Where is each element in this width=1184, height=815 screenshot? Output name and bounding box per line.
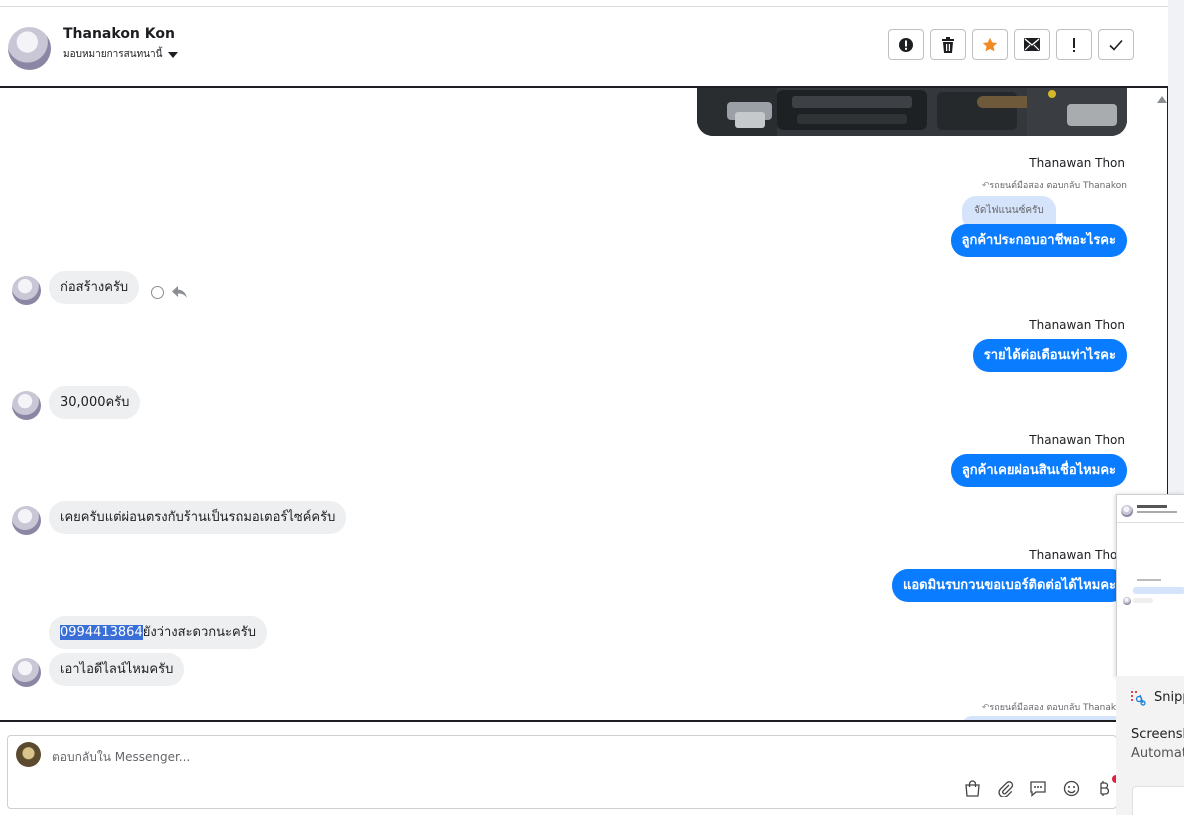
- reply-context-note: ↶รถยนต์มือสอง ตอบกลับ Thanakon: [982, 700, 1127, 714]
- snipping-tool-title: Snipp: [1154, 690, 1184, 705]
- trash-icon: [942, 36, 954, 53]
- snipping-tool-icon: [1131, 691, 1146, 706]
- star-icon: [982, 37, 998, 51]
- mark-done-button[interactable]: [1098, 29, 1134, 60]
- outgoing-message-bubble[interactable]: ลูกค้าเคยผ่อนสินเชื่อไหมคะ: [950, 454, 1127, 487]
- sender-name: Thanawan Thon: [1029, 548, 1125, 562]
- contact-avatar-small: [12, 276, 41, 305]
- check-icon: [1109, 39, 1123, 51]
- exclamation-icon: [1073, 37, 1075, 52]
- react-emoji-icon[interactable]: [151, 286, 164, 299]
- message-thread[interactable]: Thanawan Thon ↶รถยนต์มือสอง ตอบกลับ Than…: [0, 86, 1168, 722]
- conversation-toolbar: [888, 29, 1134, 60]
- attachment-paperclip-icon[interactable]: [995, 778, 1015, 798]
- sender-name: Thanawan Thon: [1029, 433, 1125, 447]
- reply-context-note: ↶รถยนต์มือสอง ตอบกลับ Thanakon: [982, 178, 1127, 192]
- outgoing-message-bubble[interactable]: ลูกค้าประกอบอาชีพอะไรคะ: [950, 224, 1127, 257]
- incoming-message-bubble[interactable]: 30,000ครับ: [49, 386, 141, 419]
- reply-note-text: รถยนต์มือสอง ตอบกลับ Thanakon: [989, 703, 1127, 713]
- incoming-message-bubble[interactable]: 0994413864ยังว่างสะดวกนะครับ: [49, 616, 267, 649]
- sender-name: Thanawan Thon: [1029, 156, 1125, 170]
- preview-incoming-bubble: [1133, 598, 1153, 603]
- saved-replies-icon[interactable]: [1028, 778, 1048, 798]
- snipping-tool-notification[interactable]: Snipp Screensh Automat: [1116, 676, 1184, 815]
- incoming-message-bubble[interactable]: เอาไอดีไลน์ไหมครับ: [49, 653, 185, 686]
- contact-name[interactable]: Thanakon Kon: [63, 26, 175, 42]
- preview-line: [1137, 579, 1161, 581]
- selected-phone-number[interactable]: 0994413864: [60, 625, 143, 640]
- preview-subtitle-line: [1137, 511, 1177, 513]
- chat-preview-popup[interactable]: [1116, 494, 1184, 678]
- sent-photo-attachment[interactable]: [697, 88, 1127, 136]
- outgoing-message-bubble[interactable]: รายได้ต่อเดือนเท่าไรคะ: [972, 339, 1127, 372]
- reply-composer: ตอบกลับใน Messenger...: [7, 735, 1117, 809]
- contact-avatar[interactable]: [8, 27, 51, 70]
- preview-divider: [1117, 522, 1184, 523]
- contact-avatar-small: [12, 506, 41, 535]
- preview-title-line: [1137, 505, 1167, 508]
- screenshot-thumbnail[interactable]: [1132, 786, 1184, 815]
- incoming-message-bubble[interactable]: เคยครับแต่ผ่อนตรงกับร้านเป็นรถมอเตอร์ไซค…: [49, 501, 347, 534]
- quoted-message-partial: [962, 716, 1128, 720]
- assign-label: มอบหมายการสนทนานี้: [63, 49, 163, 60]
- notification-body: Automat: [1131, 746, 1184, 761]
- assign-conversation-dropdown[interactable]: มอบหมายการสนทนานี้: [63, 47, 179, 62]
- envelope-icon: [1024, 38, 1040, 51]
- incoming-message-bubble[interactable]: ก่อสร้างครับ: [49, 271, 140, 304]
- engine-photo-image: [697, 88, 1127, 136]
- outgoing-message-bubble[interactable]: แอดมินรบกวนขอเบอร์ติดต่อได้ไหมคะ: [891, 569, 1127, 602]
- mark-unread-button[interactable]: [1014, 29, 1050, 60]
- shop-bag-icon[interactable]: [962, 778, 982, 798]
- contact-avatar-small: [12, 391, 41, 420]
- preview-avatar: [1121, 505, 1133, 517]
- page-avatar: [16, 742, 41, 767]
- alert-circle-icon: [899, 37, 913, 52]
- contact-avatar-small: [12, 658, 41, 687]
- reply-note-text: รถยนต์มือสอง ตอบกลับ Thanakon: [989, 181, 1127, 191]
- message-text: ยังว่างสะดวกนะครับ: [142, 625, 256, 640]
- delete-button[interactable]: [930, 29, 966, 60]
- scroll-up-arrow-icon[interactable]: [1157, 96, 1167, 103]
- sender-name: Thanawan Thon: [1029, 318, 1125, 332]
- emoji-icon[interactable]: [1061, 778, 1081, 798]
- payment-baht-icon[interactable]: [1094, 778, 1114, 798]
- conversation-header: Thanakon Kon มอบหมายการสนทนานี้: [0, 7, 1168, 86]
- notification-heading: Screensh: [1131, 727, 1184, 742]
- caret-down-icon: [168, 51, 179, 58]
- star-button[interactable]: [972, 29, 1008, 60]
- follow-up-button[interactable]: [1056, 29, 1092, 60]
- reply-input[interactable]: ตอบกลับใน Messenger...: [52, 748, 190, 767]
- composer-actions: [962, 778, 1114, 798]
- preview-avatar-small: [1123, 597, 1131, 605]
- preview-bubble: [1133, 587, 1184, 594]
- reply-arrow-icon[interactable]: [171, 285, 188, 299]
- spam-report-button[interactable]: [888, 29, 924, 60]
